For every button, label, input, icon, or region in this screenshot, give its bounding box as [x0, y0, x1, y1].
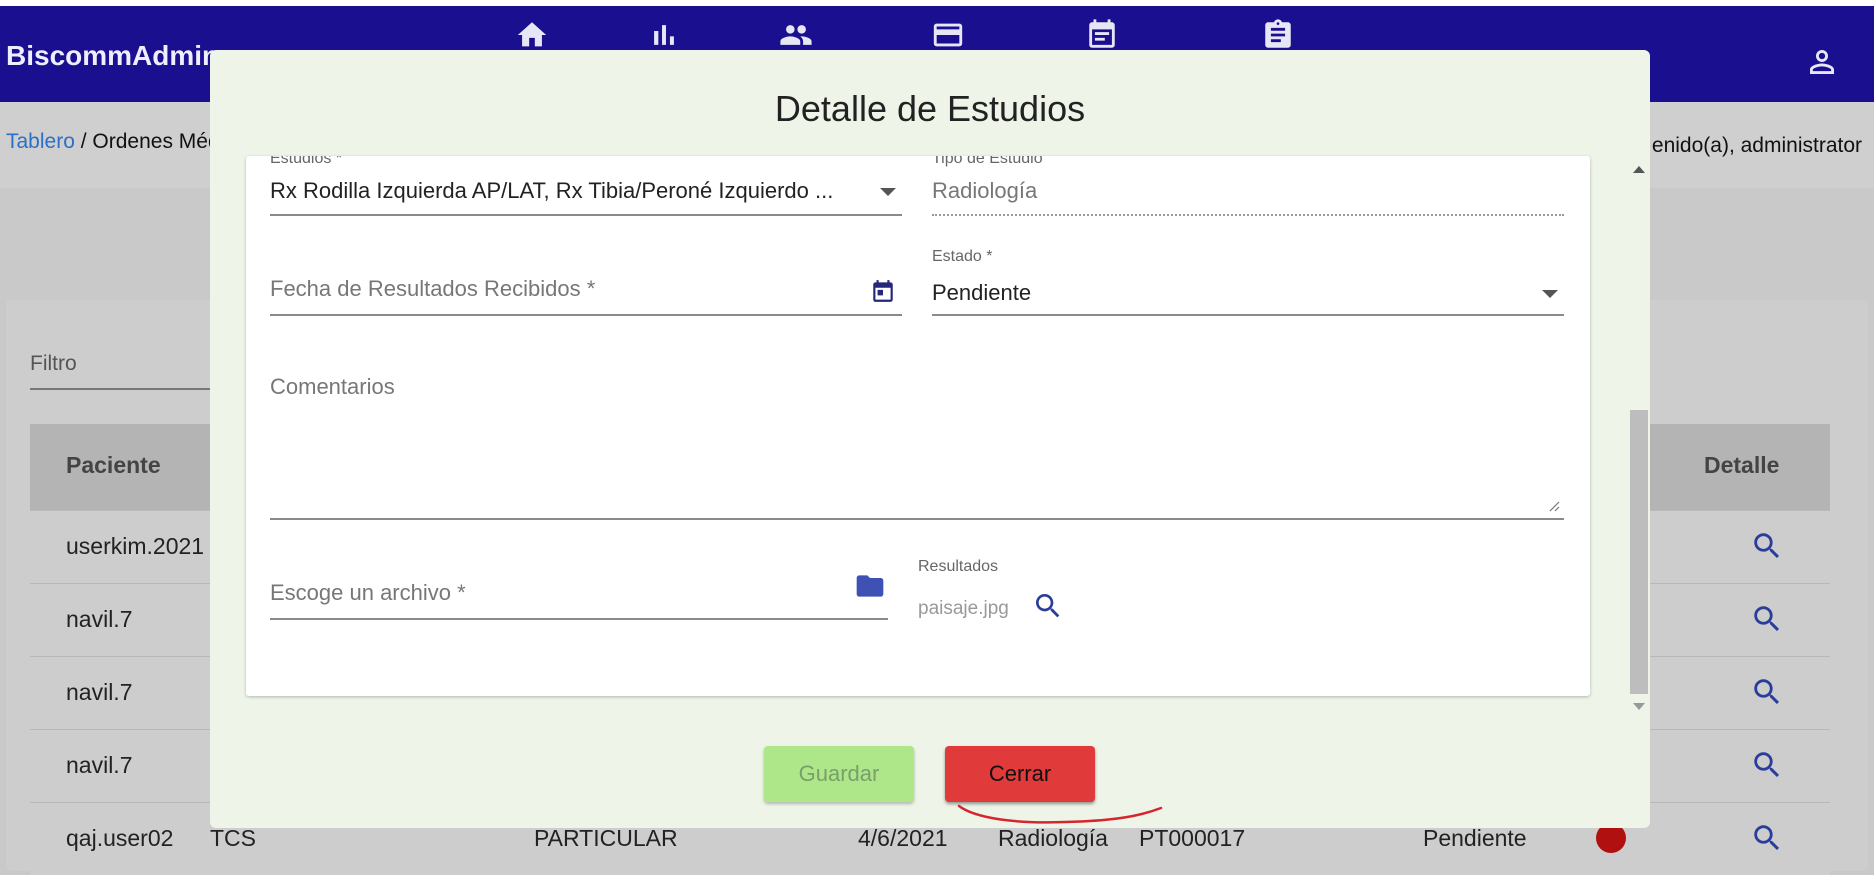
detail-search-icon[interactable]: [1750, 821, 1784, 855]
header-patient[interactable]: Paciente: [66, 452, 161, 479]
comentarios-textarea[interactable]: Comentarios: [270, 374, 395, 400]
folder-icon[interactable]: [854, 570, 886, 607]
detail-search-icon[interactable]: [1750, 748, 1784, 782]
study-detail-dialog: Detalle de Estudios Estudios * Rx Rodill…: [210, 50, 1650, 828]
filter-label[interactable]: Filtro: [30, 352, 77, 376]
estudios-select-underline[interactable]: [270, 214, 902, 216]
scroll-up-arrow-icon[interactable]: [1633, 166, 1645, 173]
breadcrumb: Tablero / Ordenes Méd: [6, 130, 220, 154]
cell-patient: navil.7: [66, 752, 133, 778]
people-icon[interactable]: [779, 18, 813, 52]
cell-insurance: PARTICULAR: [534, 825, 678, 851]
breadcrumb-current: Ordenes Méd: [92, 130, 220, 153]
estado-select-underline[interactable]: [932, 314, 1564, 316]
fecha-resultados-input[interactable]: Fecha de Resultados Recibidos *: [270, 276, 595, 302]
red-underline-annotation: [957, 804, 1163, 824]
brand-title[interactable]: BiscommAdmin: [6, 40, 219, 72]
user-account-icon[interactable]: [1804, 44, 1840, 80]
archivo-input-underline[interactable]: [270, 618, 888, 620]
resultados-file-name: paisaje.jpg: [918, 598, 1009, 619]
breadcrumb-root-link[interactable]: Tablero: [6, 130, 75, 153]
cell-status: Pendiente: [1423, 825, 1527, 851]
estudios-select-value[interactable]: Rx Rodilla Izquierda AP/LAT, Rx Tibia/Pe…: [270, 178, 833, 204]
calendar-picker-icon[interactable]: [870, 278, 896, 309]
breadcrumb-separator: /: [74, 130, 93, 153]
clipboard-icon[interactable]: [1261, 18, 1295, 52]
dialog-scrollbar[interactable]: [1628, 158, 1650, 710]
archivo-file-input[interactable]: Escoge un archivo *: [270, 580, 466, 606]
tipo-estudio-label: Tipo de Estudio: [932, 156, 1043, 167]
welcome-text: enido(a), administrator: [1651, 134, 1862, 157]
cell-patient: userkim.2021: [66, 533, 205, 559]
cell-company: TCS: [210, 825, 256, 851]
textarea-resize-handle-icon[interactable]: [1548, 500, 1560, 512]
cell-patient: qaj.user02: [66, 825, 174, 851]
resultados-label: Resultados: [918, 558, 999, 575]
close-button[interactable]: Cerrar: [945, 746, 1095, 802]
tipo-estudio-underline: [932, 214, 1564, 216]
bar-chart-icon[interactable]: [647, 18, 681, 52]
scrollbar-thumb[interactable]: [1630, 410, 1648, 694]
view-result-search-icon[interactable]: [1032, 590, 1064, 627]
header-detail[interactable]: Detalle: [1704, 452, 1779, 479]
estado-dropdown-caret-icon[interactable]: [1542, 290, 1558, 298]
fecha-input-underline[interactable]: [270, 314, 902, 316]
scroll-down-arrow-icon[interactable]: [1633, 703, 1645, 710]
home-icon[interactable]: [515, 18, 549, 52]
tipo-estudio-value: Radiología: [932, 178, 1038, 203]
cell-patient: navil.7: [66, 606, 133, 632]
dialog-form-panel: Estudios * Rx Rodilla Izquierda AP/LAT, …: [246, 156, 1590, 696]
estudios-label: Estudios *: [270, 156, 343, 167]
calendar-icon[interactable]: [1085, 18, 1119, 52]
credit-card-icon[interactable]: [931, 18, 965, 52]
detail-search-icon[interactable]: [1750, 675, 1784, 709]
estado-label: Estado *: [932, 248, 993, 265]
dialog-title: Detalle de Estudios: [774, 88, 1086, 129]
save-button[interactable]: Guardar: [764, 746, 914, 802]
comentarios-underline[interactable]: [270, 518, 1564, 520]
detail-search-icon[interactable]: [1750, 529, 1784, 563]
cell-date: 4/6/2021: [858, 825, 948, 851]
cell-patient: navil.7: [66, 679, 133, 705]
estado-select-value[interactable]: Pendiente: [932, 280, 1031, 306]
detail-search-icon[interactable]: [1750, 602, 1784, 636]
estudios-dropdown-caret-icon[interactable]: [880, 188, 896, 196]
filter-input-underline[interactable]: [30, 388, 210, 390]
